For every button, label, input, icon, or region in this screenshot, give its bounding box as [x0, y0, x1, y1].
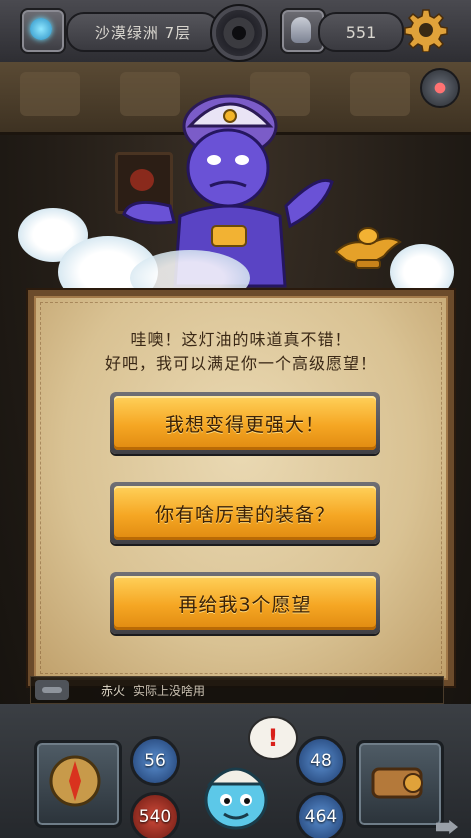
chat-icon[interactable] [35, 680, 69, 700]
level-indicator: 沙漠绿洲 7层 [66, 12, 220, 52]
choice-ask-equipment-button[interactable]: 你有啥厉害的装备？ [110, 482, 380, 544]
top-bar: 沙漠绿洲 7层 551 [0, 0, 471, 64]
coin-counter: 551 [318, 12, 404, 52]
defense-stat: 48 [296, 736, 346, 786]
dial-icon[interactable] [210, 4, 268, 62]
mp-stat: 464 [296, 792, 346, 838]
choice-label: 再给我3个愿望 [114, 576, 376, 630]
scroll-icon [371, 767, 423, 799]
attack-value: 56 [144, 751, 166, 771]
choice-three-wishes-button[interactable]: 再给我3个愿望 [110, 572, 380, 634]
magic-lamp-icon [334, 227, 402, 269]
scroll-item-slot[interactable] [356, 740, 444, 828]
hero-avatar[interactable] [196, 750, 276, 834]
dialog-line-1: 哇噢！这灯油的味道真不错！ [130, 330, 352, 349]
chat-bar[interactable]: 赤火 实际上没啥用 [30, 676, 444, 704]
minimap-icon[interactable] [420, 68, 460, 108]
wish-dialog: 哇噢！这灯油的味道真不错！ 好吧，我可以满足你一个高级愿望！ 我想变得更强大！ … [28, 290, 454, 686]
choice-label: 你有啥厉害的装备？ [114, 486, 376, 540]
compass-skill-slot[interactable] [34, 740, 122, 828]
hp-value: 540 [138, 807, 172, 827]
choice-label: 我想变得更强大！ [114, 396, 376, 450]
chat-sender: 赤火 [101, 683, 126, 698]
chat-message: 实际上没啥用 [133, 683, 206, 698]
compass-icon [49, 755, 101, 807]
defense-value: 48 [310, 751, 332, 771]
floor-tile [350, 72, 410, 116]
mp-value: 464 [304, 807, 338, 827]
game-screen: 沙漠绿洲 7层 551 哇噢！这灯油的味道真不错！ 好吧，我可以满足你一个高级愿… [0, 0, 471, 838]
alert-mark: ! [267, 724, 279, 752]
choice-become-stronger-button[interactable]: 我想变得更强大！ [110, 392, 380, 454]
gear-icon[interactable] [404, 8, 448, 52]
dialog-line-2: 好吧，我可以满足你一个高级愿望！ [104, 354, 377, 373]
coin-value: 551 [345, 22, 377, 42]
floor-tile [20, 72, 80, 116]
level-label: 沙漠绿洲 7层 [94, 23, 192, 42]
alert-bubble[interactable]: ! [248, 716, 298, 760]
attack-stat: 56 [130, 736, 180, 786]
map-icon[interactable] [20, 8, 66, 54]
hp-stat: 540 [130, 792, 180, 838]
